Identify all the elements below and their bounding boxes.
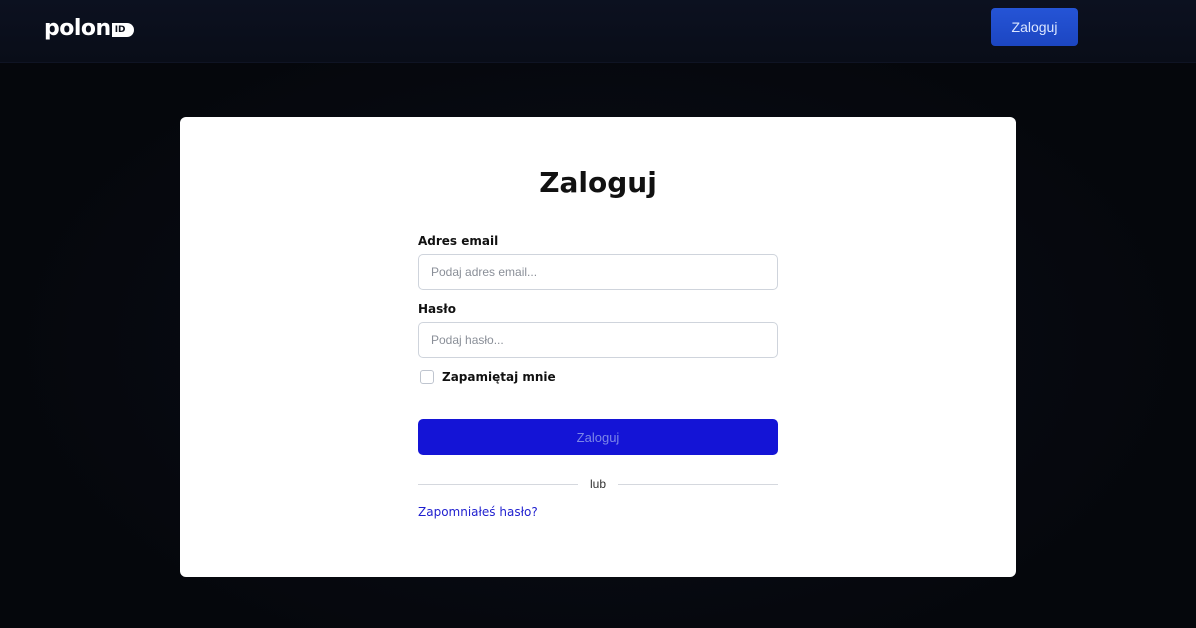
remember-me-row[interactable]: Zapamiętaj mnie xyxy=(418,368,778,386)
top-bar: polon ID Zaloguj xyxy=(0,0,1196,63)
forgot-password-link[interactable]: Zapomniałeś hasło? xyxy=(418,505,538,519)
page: polon ID Zaloguj Zaloguj Adres email Has… xyxy=(0,0,1196,628)
polon-id-logo[interactable]: polon ID xyxy=(44,14,134,42)
divider-text: lub xyxy=(590,477,607,491)
logo-text: polon xyxy=(44,15,111,41)
divider-line-left xyxy=(418,483,578,485)
submit-login-button[interactable]: Zaloguj xyxy=(418,419,778,455)
divider-line-right xyxy=(618,483,779,485)
header-login-button[interactable]: Zaloguj xyxy=(991,8,1078,46)
password-field[interactable] xyxy=(418,322,778,358)
logo-badge: ID xyxy=(111,22,134,37)
email-field[interactable] xyxy=(418,254,778,290)
email-label: Adres email xyxy=(418,234,499,248)
password-label: Hasło xyxy=(418,302,456,316)
remember-me-checkbox[interactable] xyxy=(420,370,434,384)
or-divider: lub xyxy=(418,477,779,491)
remember-me-label[interactable]: Zapamiętaj mnie xyxy=(442,370,556,384)
page-title: Zaloguj xyxy=(539,166,657,199)
login-form: Adres email Hasło Zapamiętaj mnie Zalogu… xyxy=(418,234,779,521)
